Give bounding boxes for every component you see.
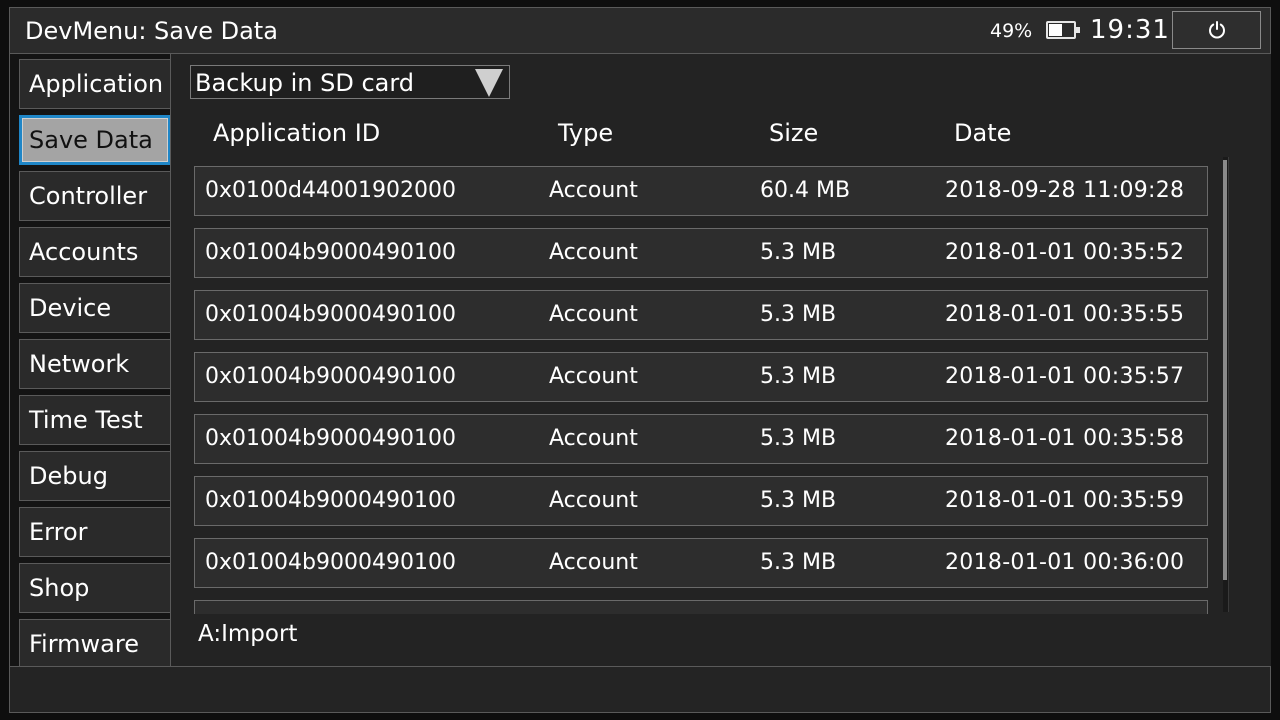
cell-application-id: 0x01004b9000490100 — [205, 240, 456, 265]
cell-date: 2018-01-01 00:36:00 — [945, 550, 1185, 575]
sidebar-item-controller[interactable]: Controller — [19, 171, 171, 221]
header-bar: DevMenu: Save Data 49% 19:31 — [9, 7, 1271, 54]
cell-size: 5.3 MB — [760, 364, 837, 389]
scrollbar-thumb[interactable] — [1223, 160, 1227, 580]
content-panel: Backup in SD card Application ID Type Si… — [171, 54, 1271, 666]
sidebar-item-error[interactable]: Error — [19, 507, 171, 557]
table-row[interactable] — [194, 600, 1208, 614]
table-row[interactable]: 0x0100d44001902000 Account 60.4 MB 2018-09-… — [194, 166, 1208, 216]
battery-icon — [1046, 21, 1080, 39]
cell-date: 2018-01-01 00:35:55 — [945, 302, 1185, 327]
sidebar-item-accounts[interactable]: Accounts — [19, 227, 171, 277]
cell-size: 5.3 MB — [760, 426, 837, 451]
cell-date: 2018-01-01 00:35:57 — [945, 364, 1185, 389]
cell-application-id: 0x01004b9000490100 — [205, 488, 456, 513]
column-header-size: Size — [769, 119, 819, 147]
column-header-type: Type — [558, 119, 614, 147]
power-icon — [1208, 21, 1225, 39]
sidebar: Application Save Data Controller Accounts De… — [19, 59, 171, 666]
cell-application-id: 0x01004b9000490100 — [205, 550, 456, 575]
button-hint: A:Import — [198, 621, 298, 647]
sidebar-item-firmware[interactable]: Firmware — [19, 619, 171, 666]
sidebar-item-shop[interactable]: Shop — [19, 563, 171, 613]
dropdown-arrow-icon — [475, 69, 503, 97]
sidebar-item-application[interactable]: Application — [19, 59, 171, 109]
cell-size: 60.4 MB — [760, 178, 851, 203]
sidebar-item-device[interactable]: Device — [19, 283, 171, 333]
cell-type: Account — [549, 488, 638, 513]
page-title: DevMenu: Save Data — [25, 17, 278, 45]
cell-type: Account — [549, 426, 638, 451]
table-row[interactable]: 0x01004b9000490100 Account 5.3 MB 2018-01-0… — [194, 538, 1208, 588]
cell-application-id: 0x0100d44001902000 — [205, 178, 456, 203]
column-header-application-id: Application ID — [213, 119, 381, 147]
table-row[interactable]: 0x01004b9000490100 Account 5.3 MB 2018-01-0… — [194, 414, 1208, 464]
cell-date: 2018-01-01 00:35:59 — [945, 488, 1185, 513]
cell-date: 2018-01-01 00:35:52 — [945, 240, 1185, 265]
main-area: Application Save Data Controller Accounts De… — [9, 54, 1271, 666]
battery-fill — [1049, 24, 1062, 36]
cell-type: Account — [549, 178, 638, 203]
sidebar-item-save-data[interactable]: Save Data — [19, 115, 171, 165]
sidebar-item-time-test[interactable]: Time Test — [19, 395, 171, 445]
footer-bar — [9, 666, 1271, 713]
dropdown-selected-value: Backup in SD card — [195, 69, 415, 97]
table-row[interactable]: 0x01004b9000490100 Account 5.3 MB 2018-01-0… — [194, 290, 1208, 340]
cell-size: 5.3 MB — [760, 240, 837, 265]
sidebar-item-network[interactable]: Network — [19, 339, 171, 389]
devmenu-screen: DevMenu: Save Data 49% 19:31 Application… — [0, 0, 1280, 720]
sidebar-item-debug[interactable]: Debug — [19, 451, 171, 501]
table-row[interactable]: 0x01004b9000490100 Account 5.3 MB 2018-01-0… — [194, 476, 1208, 526]
cell-application-id: 0x01004b9000490100 — [205, 364, 456, 389]
cell-application-id: 0x01004b9000490100 — [205, 302, 456, 327]
power-button[interactable] — [1172, 11, 1261, 49]
cell-type: Account — [549, 550, 638, 575]
battery-percent: 49% — [990, 20, 1033, 42]
cell-type: Account — [549, 240, 638, 265]
table-row[interactable]: 0x01004b9000490100 Account 5.3 MB 2018-01-0… — [194, 352, 1208, 402]
cell-size: 5.3 MB — [760, 488, 837, 513]
cell-application-id: 0x01004b9000490100 — [205, 426, 456, 451]
cell-date: 2018-01-01 00:35:58 — [945, 426, 1185, 451]
clock: 19:31 — [1090, 15, 1170, 45]
cell-size: 5.3 MB — [760, 302, 837, 327]
cell-type: Account — [549, 302, 638, 327]
cell-type: Account — [549, 364, 638, 389]
battery-nub — [1076, 27, 1080, 33]
cell-size: 5.3 MB — [760, 550, 837, 575]
column-header-date: Date — [954, 119, 1012, 147]
cell-date: 2018-09-28 11:09:28 — [945, 178, 1185, 203]
storage-dropdown[interactable]: Backup in SD card — [190, 65, 510, 99]
table-row[interactable]: 0x01004b9000490100 Account 5.3 MB 2018-01-0… — [194, 228, 1208, 278]
save-data-list: 0x0100d44001902000 Account 60.4 MB 2018-09-… — [194, 166, 1208, 614]
